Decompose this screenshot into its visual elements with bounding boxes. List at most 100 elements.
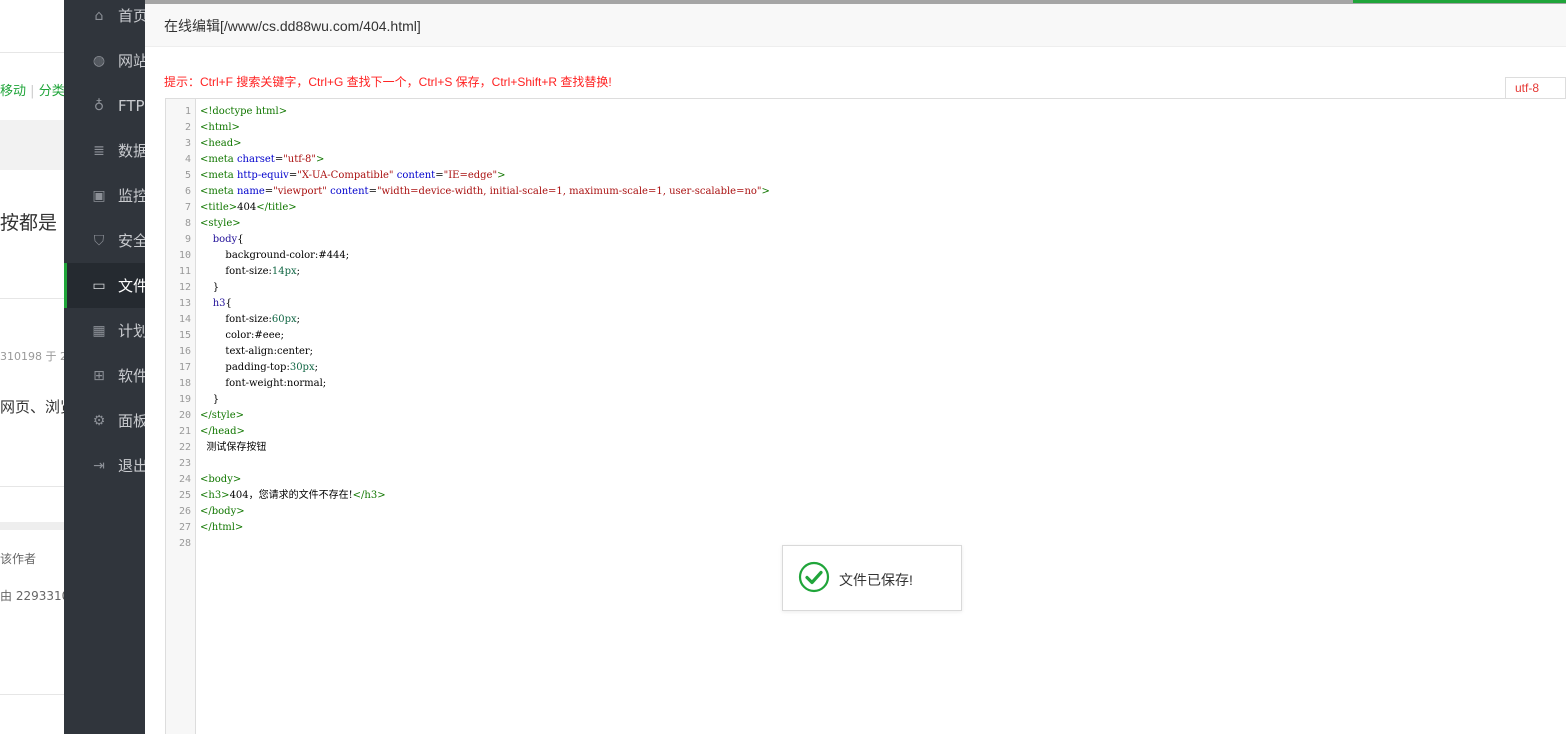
background-body: 网页、浏览 [0, 398, 64, 416]
code-editor[interactable]: 1 2 3 4 5 6 7 8 9 10 11 12 13 14 15 16 17 18 19 20 21 22 23 24 2… [165, 98, 1566, 734]
background-band [0, 522, 64, 530]
code-line[interactable]: font-weight:normal; [200, 376, 326, 392]
code-token: = [368, 186, 377, 197]
dialog-title: 在线编辑[/www/cs.dd88wu.com/404.html] [164, 18, 421, 34]
code-line[interactable]: h3{ [200, 296, 232, 312]
code-line[interactable]: font-size:14px; [200, 264, 300, 280]
code-line[interactable]: <title>404</title> [200, 200, 297, 216]
sidebar: ⌂ 首页 ◍ 网站 ♁ FTP ≣ 数据 ▣ 监控 ⛉ 安全 ▭ 文件 ▦ 计划 ⊞ 软件 ⚙ 面板 ⇥ 退出 [64, 0, 145, 734]
code-token: = [264, 186, 274, 197]
code-token: > [761, 186, 770, 197]
sidebar-item[interactable]: ⇥ 退出 [64, 443, 145, 488]
home-icon: ⌂ [94, 7, 104, 24]
code-token: </head> [200, 426, 245, 437]
code-line[interactable]: padding-top:30px; [200, 360, 318, 376]
code-token: <style> [200, 218, 241, 229]
code-token: center [276, 346, 310, 357]
code-line[interactable]: text-align:center; [200, 344, 313, 360]
sidebar-item[interactable]: ▭ 文件 [64, 263, 145, 308]
code-token: } [200, 282, 220, 293]
background-reply: 由 22933101 [0, 589, 64, 603]
code-token: "IE=edge" [443, 170, 498, 181]
online-editor-dialog: 在线编辑[/www/cs.dd88wu.com/404.html] 提示：Ctr… [145, 4, 1566, 734]
background-page: 移动 | 分类 按都是 310198 于 20 网页、浏览 该作者 由 2293… [0, 0, 64, 734]
background-links: 移动 | 分类 [0, 80, 64, 99]
code-line[interactable]: } [200, 392, 219, 408]
line-number: 17 [178, 362, 191, 373]
sidebar-item[interactable]: ▦ 计划 [64, 308, 145, 353]
code-line[interactable]: <body> [200, 472, 241, 488]
line-number: 25 [178, 490, 191, 501]
sidebar-item[interactable]: ♁ FTP [64, 83, 145, 128]
line-number: 11 [178, 266, 191, 277]
line-number: 23 [178, 458, 191, 469]
code-token: <meta [200, 186, 237, 197]
code-line[interactable]: } [200, 280, 219, 296]
code-line[interactable]: <meta http-equiv="X-UA-Compatible" conte… [200, 168, 505, 184]
code-line[interactable]: 测试保存按钮 [200, 440, 266, 456]
line-number-gutter: 1 2 3 4 5 6 7 8 9 10 11 12 13 14 15 16 17 18 19 20 21 22 23 24 2… [166, 99, 196, 734]
code-line[interactable]: </head> [200, 424, 245, 440]
sidebar-item[interactable]: ⚙ 面板 [64, 398, 145, 443]
code-token: 404 [237, 202, 257, 213]
code-token: 测试保存按钮 [200, 442, 267, 453]
code-line[interactable]: <head> [200, 136, 241, 152]
line-number: 21 [178, 426, 191, 437]
ftp-icon: ♁ [93, 97, 105, 114]
code-token: ; [322, 378, 327, 389]
code-line[interactable]: </html> [200, 520, 243, 536]
line-number: 13 [178, 298, 191, 309]
code-line[interactable]: body{ [200, 232, 244, 248]
globe-icon: ◍ [92, 52, 106, 69]
code-line[interactable]: color:#eee; [200, 328, 284, 344]
code-token: > [315, 154, 325, 165]
code-token: text-align: [200, 346, 277, 357]
code-line[interactable]: <meta charset="utf-8"> [200, 152, 324, 168]
database-icon: ≣ [93, 142, 105, 159]
code-token: <meta [200, 170, 237, 181]
code-line[interactable]: </style> [200, 408, 244, 424]
sidebar-item[interactable]: ⛉ 安全 [64, 218, 145, 263]
link-separator: | [30, 84, 35, 99]
code-token: </html> [200, 522, 244, 533]
gear-icon: ⚙ [92, 412, 106, 429]
code-token: = [435, 170, 444, 181]
sidebar-item-label: 数据 [118, 142, 145, 160]
code-token: <body> [200, 474, 242, 485]
dialog-header[interactable]: 在线编辑[/www/cs.dd88wu.com/404.html] [145, 4, 1566, 47]
code-line[interactable]: <h3>404，您请求的文件不存在!</h3> [200, 488, 386, 504]
link-move[interactable]: 移动 [0, 84, 26, 99]
line-number: 18 [178, 378, 191, 389]
sidebar-item[interactable]: ◍ 网站 [64, 38, 145, 83]
line-number: 4 [184, 154, 191, 165]
divider [0, 298, 64, 299]
code-token: #eee [254, 330, 281, 341]
line-number: 20 [178, 410, 191, 421]
code-token: <h3> [200, 490, 230, 501]
code-line[interactable]: <html> [200, 120, 240, 136]
toast-message: 文件已保存! [839, 572, 913, 588]
sidebar-item[interactable]: ▣ 监控 [64, 173, 145, 218]
code-token: <meta [200, 154, 237, 165]
code-line[interactable]: font-size:60px; [200, 312, 300, 328]
link-category[interactable]: 分类 [39, 84, 64, 99]
code-line[interactable]: </body> [200, 504, 245, 520]
line-number: 22 [178, 442, 191, 453]
encoding-select[interactable]: utf-8 [1505, 77, 1566, 99]
code-token: font-size: [200, 314, 272, 325]
sidebar-item[interactable]: ≣ 数据 [64, 128, 145, 173]
line-number: 19 [178, 394, 191, 405]
sidebar-item[interactable]: ⊞ 软件 [64, 353, 145, 398]
code-token: ; [296, 266, 301, 277]
code-token: content [330, 186, 369, 197]
code-line[interactable]: <!doctype html> [200, 104, 287, 120]
code-line[interactable]: background-color:#444; [200, 248, 349, 264]
code-token: padding-top: [200, 362, 290, 373]
sidebar-item[interactable]: ⌂ 首页 [64, 0, 145, 38]
sidebar-item-label: 计划 [118, 322, 145, 340]
code-token: font-weight: [200, 378, 287, 389]
code-line[interactable]: <meta name="viewport" content="width=dev… [200, 184, 770, 200]
code-line[interactable]: <style> [200, 216, 241, 232]
